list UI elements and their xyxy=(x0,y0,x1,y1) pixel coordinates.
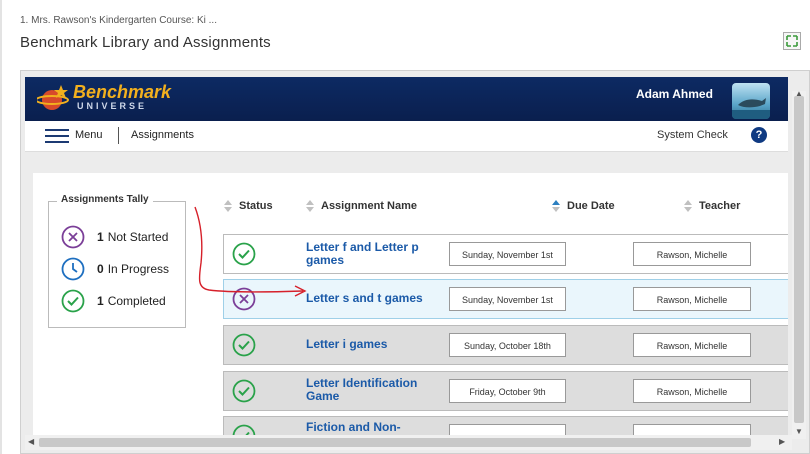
left-edge-rule xyxy=(0,0,2,454)
scroll-right-arrow[interactable]: ▶ xyxy=(779,437,785,446)
help-icon[interactable]: ? xyxy=(751,127,767,143)
logo-subtext: UNIVERSE xyxy=(77,101,148,111)
menu-button[interactable]: Menu xyxy=(75,129,103,141)
vertical-scroll-thumb[interactable] xyxy=(794,96,804,423)
system-check-link[interactable]: System Check xyxy=(657,129,728,141)
hamburger-menu-icon[interactable] xyxy=(45,129,69,144)
vertical-scrollbar[interactable]: ▲ ▼ xyxy=(792,89,806,439)
nav-assignments-link[interactable]: Assignments xyxy=(131,129,194,141)
assignments-content: Assignments Tally 1 Not Started 0 In Pro… xyxy=(33,173,788,443)
expand-icon xyxy=(786,35,798,47)
app-header: Benchmark UNIVERSE Adam Ahmed xyxy=(25,77,788,121)
embedded-app-frame: Benchmark UNIVERSE Adam Ahmed Menu Assig… xyxy=(20,70,810,454)
scroll-left-arrow[interactable]: ◀ xyxy=(28,437,34,446)
annotation-arrow xyxy=(194,206,307,297)
user-name[interactable]: Adam Ahmed xyxy=(636,87,713,101)
app-navbar: Menu Assignments System Check ? xyxy=(25,121,788,152)
breadcrumb[interactable]: 1. Mrs. Rawson's Kindergarten Course: Ki… xyxy=(20,15,217,26)
benchmark-logo-icon xyxy=(37,85,69,110)
horizontal-scrollbar[interactable]: ◀ ▶ xyxy=(25,435,792,450)
avatar[interactable] xyxy=(732,83,770,119)
scroll-down-arrow[interactable]: ▼ xyxy=(795,427,803,436)
page-title: Benchmark Library and Assignments xyxy=(20,34,271,51)
logo-text: Benchmark xyxy=(73,82,172,102)
nav-divider xyxy=(118,127,119,144)
expand-fullscreen-button[interactable] xyxy=(783,32,801,50)
horizontal-scroll-thumb[interactable] xyxy=(39,438,751,447)
